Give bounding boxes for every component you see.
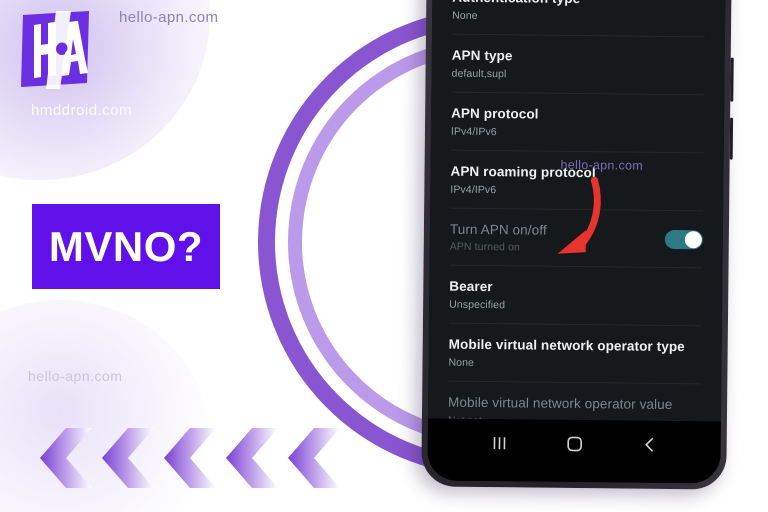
logo-watermark-text: hmddroid.com — [31, 102, 133, 119]
recents-icon[interactable] — [487, 431, 511, 455]
settings-row-title: APN roaming protocol — [450, 163, 596, 180]
toggle-knob — [684, 231, 702, 249]
promo-graphic: hello-apn.com hmddroid.com MVNO? hello-a… — [0, 0, 768, 512]
volume-button[interactable] — [730, 57, 734, 102]
power-button[interactable] — [729, 117, 734, 160]
settings-row-text: Turn APN on/off APN turned on — [450, 221, 547, 254]
settings-row[interactable]: Mobile virtual network operator type None — [448, 323, 702, 385]
home-icon[interactable] — [562, 432, 586, 456]
header-site-url: hello-apn.com — [119, 9, 219, 26]
settings-row-subtitle: None — [448, 356, 475, 370]
settings-row-text: APN roaming protocol IPv4/IPv6 — [450, 163, 703, 198]
android-navigation-bar[interactable] — [427, 418, 721, 484]
settings-row-text: Mobile virtual network operator valueNot… — [448, 395, 701, 422]
settings-row-title: Bearer — [449, 279, 493, 295]
settings-row-text: Mobile virtual network operator type None — [448, 337, 701, 372]
settings-row-title: Mobile virtual network operator type — [448, 336, 685, 355]
apn-settings-list[interactable]: 70Authentication typeNoneAPN typedefault… — [427, 0, 726, 422]
settings-row[interactable]: Turn APN on/off APN turned on — [449, 208, 704, 269]
chevron-left-icon — [160, 424, 222, 492]
chevron-left-icon — [98, 424, 160, 492]
chevron-left-icon — [284, 424, 346, 492]
settings-row-title: Turn APN on/off — [449, 221, 547, 238]
settings-row-text: Bearer Unspecified — [449, 279, 702, 314]
settings-row-title: Authentication type — [452, 0, 705, 9]
chevron-left-icon — [222, 424, 284, 492]
phone-screen: 70Authentication typeNoneAPN typedefault… — [427, 0, 726, 484]
back-icon[interactable] — [637, 433, 661, 457]
settings-row-title: Mobile virtual network operator value — [448, 394, 673, 413]
apn-on-off-toggle[interactable] — [664, 229, 703, 250]
settings-row-subtitle: APN turned on — [449, 241, 520, 254]
settings-row[interactable]: Authentication typeNone — [451, 0, 706, 38]
lower-watermark-text: hello-apn.com — [28, 368, 123, 384]
settings-row-subtitle: IPv4/IPv6 — [450, 125, 497, 138]
settings-row[interactable]: APN roaming protocol IPv4/IPv6 — [450, 150, 704, 211]
mvno-banner: MVNO? — [32, 204, 220, 289]
phone-device: 70Authentication typeNoneAPN typedefault… — [421, 0, 734, 490]
settings-row[interactable]: Mobile virtual network operator valueNot… — [448, 382, 702, 422]
brand-logo-icon — [17, 9, 95, 91]
settings-row-text: Authentication typeNone — [452, 0, 705, 24]
settings-row-text: APN protocol IPv4/IPv6 — [451, 105, 704, 140]
chevron-strip — [36, 424, 366, 496]
settings-row-subtitle: None — [452, 9, 478, 22]
chevron-left-icon — [36, 424, 98, 492]
settings-row-subtitle: Unspecified — [449, 298, 506, 312]
settings-row-subtitle: IPv4/IPv6 — [450, 183, 497, 196]
settings-row-text: APN type default,supl — [451, 48, 704, 83]
settings-row[interactable]: APN protocol IPv4/IPv6 — [450, 92, 705, 153]
mvno-banner-label: MVNO? — [48, 222, 204, 270]
settings-row-subtitle: default,supl — [451, 67, 507, 81]
settings-row[interactable]: Bearer Unspecified — [448, 266, 703, 327]
settings-row[interactable]: APN type default,supl — [451, 34, 705, 96]
settings-row-title: APN protocol — [451, 105, 539, 122]
settings-row-title: APN type — [451, 47, 513, 64]
